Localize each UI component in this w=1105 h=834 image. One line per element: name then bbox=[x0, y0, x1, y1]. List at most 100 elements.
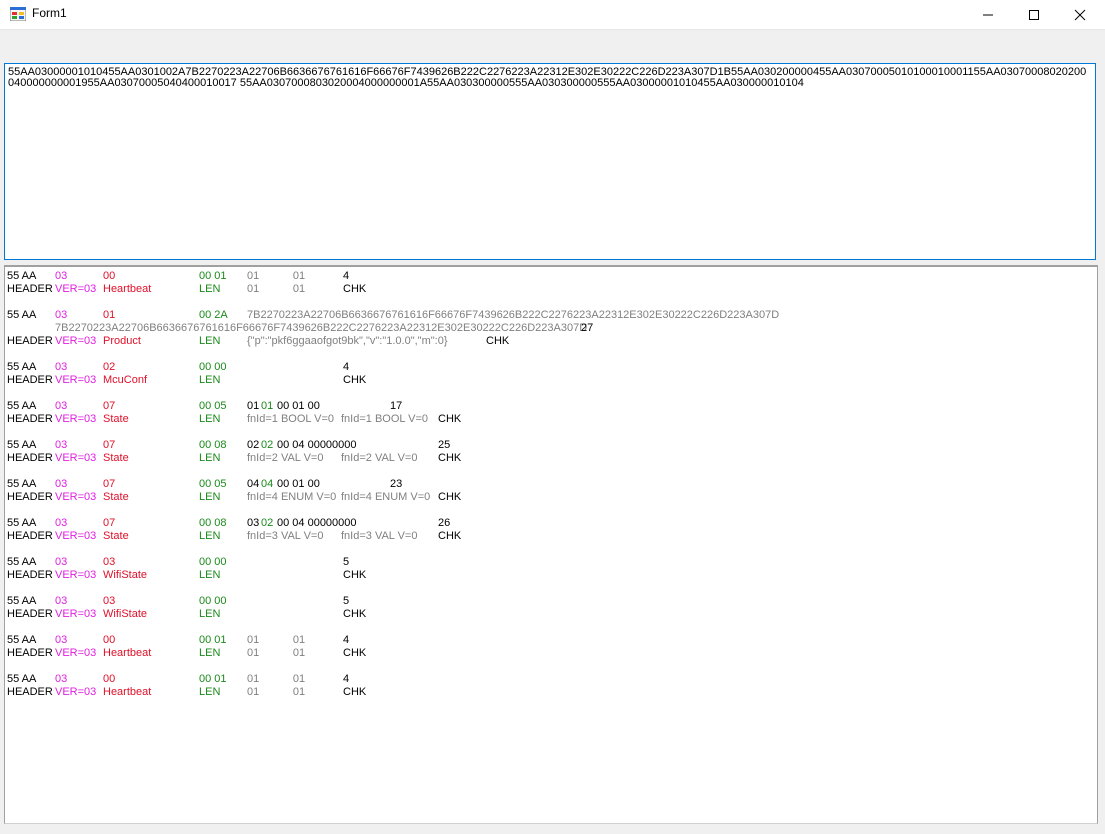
length-label: LEN bbox=[199, 413, 221, 425]
command-name: Heartbeat bbox=[103, 647, 152, 659]
version-byte: 03 bbox=[55, 400, 68, 412]
length-bytes: 00 01 bbox=[199, 270, 227, 282]
maximize-button[interactable] bbox=[1011, 0, 1057, 29]
checksum-label: CHK bbox=[343, 647, 367, 659]
command-byte: 03 bbox=[103, 595, 116, 607]
dp-type: 01 bbox=[261, 400, 274, 412]
header-bytes: 55 AA bbox=[7, 361, 37, 373]
header-label: HEADER bbox=[7, 283, 53, 295]
header-bytes: 55 AA bbox=[7, 400, 37, 412]
version-byte: 03 bbox=[55, 361, 68, 373]
dp-description: fnId=2 VAL V=0 bbox=[247, 452, 324, 464]
command-byte: 02 bbox=[103, 361, 116, 373]
version-label: VER=03 bbox=[55, 530, 97, 542]
version-label: VER=03 bbox=[55, 452, 97, 464]
dp-id: 03 bbox=[247, 517, 260, 529]
command-byte: 07 bbox=[103, 439, 116, 451]
length-bytes: 00 05 bbox=[199, 400, 227, 412]
dp-id: 01 bbox=[247, 400, 260, 412]
header-label: HEADER bbox=[7, 608, 53, 620]
header-label: HEADER bbox=[7, 413, 53, 425]
dp-description-alt: fnId=2 VAL V=0 bbox=[341, 452, 418, 464]
version-label: VER=03 bbox=[55, 686, 97, 698]
checksum-label: CHK bbox=[343, 608, 367, 620]
length-label: LEN bbox=[199, 647, 221, 659]
length-label: LEN bbox=[199, 491, 221, 503]
length-label: LEN bbox=[199, 530, 221, 542]
version-label: VER=03 bbox=[55, 608, 97, 620]
command-byte: 03 bbox=[103, 556, 116, 568]
length-label: LEN bbox=[199, 335, 221, 347]
checksum-value: 5 bbox=[343, 595, 350, 607]
command-name: State bbox=[103, 452, 129, 464]
payload-hex: 01 01 bbox=[247, 634, 306, 646]
checksum-label: CHK bbox=[438, 452, 462, 464]
maximize-icon bbox=[1029, 9, 1039, 20]
payload-hex-wrap: 7B2270223A22706B6636676761616F66676F7439… bbox=[55, 322, 588, 334]
length-label: LEN bbox=[199, 569, 221, 581]
command-name: Heartbeat bbox=[103, 283, 152, 295]
checksum-value: 26 bbox=[438, 517, 451, 529]
header-label: HEADER bbox=[7, 491, 53, 503]
dp-description-alt: fnId=4 ENUM V=0 bbox=[341, 491, 431, 503]
command-name: Product bbox=[103, 335, 141, 347]
dp-description: fnId=1 BOOL V=0 bbox=[247, 413, 335, 425]
title-bar: Form1 bbox=[0, 0, 1105, 30]
command-name: WifiState bbox=[103, 608, 148, 620]
command-name: McuConf bbox=[103, 374, 148, 386]
version-label: VER=03 bbox=[55, 647, 97, 659]
command-byte: 07 bbox=[103, 478, 116, 490]
length-bytes: 00 00 bbox=[199, 556, 227, 568]
parsed-output-richtext[interactable]: 55 AA 03 00 00 01 01 01 4 HEADER VER=03 Heartbea… bbox=[4, 267, 1098, 824]
checksum-label: CHK bbox=[343, 283, 367, 295]
app-icon bbox=[9, 6, 27, 22]
command-name: State bbox=[103, 491, 129, 503]
command-name: Heartbeat bbox=[103, 686, 152, 698]
status-strip bbox=[0, 825, 1105, 834]
close-button[interactable] bbox=[1057, 0, 1103, 29]
version-byte: 03 bbox=[55, 634, 68, 646]
command-name: WifiState bbox=[103, 569, 148, 581]
dp-description: fnId=4 ENUM V=0 bbox=[247, 491, 337, 503]
checksum-label: CHK bbox=[343, 686, 367, 698]
command-byte: 07 bbox=[103, 400, 116, 412]
checksum-value: 23 bbox=[390, 478, 403, 490]
header-bytes: 55 AA bbox=[7, 309, 37, 321]
header-label: HEADER bbox=[7, 686, 53, 698]
length-label: LEN bbox=[199, 608, 221, 620]
dp-description-alt: fnId=1 BOOL V=0 bbox=[341, 413, 429, 425]
hex-input-textbox[interactable]: 55AA03000001010455AA0301002A7B2270223A22… bbox=[4, 63, 1096, 260]
minimize-icon bbox=[983, 14, 993, 15]
header-bytes: 55 AA bbox=[7, 478, 37, 490]
checksum-label: CHK bbox=[343, 569, 367, 581]
version-byte: 03 bbox=[55, 270, 68, 282]
length-bytes: 00 00 bbox=[199, 361, 227, 373]
version-byte: 03 bbox=[55, 478, 68, 490]
version-label: VER=03 bbox=[55, 413, 97, 425]
header-label: HEADER bbox=[7, 647, 53, 659]
payload-hex: 01 01 bbox=[247, 270, 306, 282]
version-label: VER=03 bbox=[55, 374, 97, 386]
version-byte: 03 bbox=[55, 595, 68, 607]
dp-value-bytes: 00 01 00 bbox=[277, 478, 320, 490]
payload-decoded: 01 01 bbox=[247, 686, 306, 698]
checksum-label: CHK bbox=[343, 374, 367, 386]
payload-decoded: {"p":"pkf6ggaaofgot9bk","v":"1.0.0","m":… bbox=[247, 335, 448, 347]
length-bytes: 00 08 bbox=[199, 517, 227, 529]
version-label: VER=03 bbox=[55, 335, 97, 347]
checksum-value: 4 bbox=[343, 270, 350, 282]
checksum-label: CHK bbox=[438, 413, 462, 425]
length-label: LEN bbox=[199, 374, 221, 386]
checksum-value: 4 bbox=[343, 673, 350, 685]
command-byte: 07 bbox=[103, 517, 116, 529]
minimize-button[interactable] bbox=[965, 0, 1011, 29]
payload-decoded: 01 01 bbox=[247, 283, 306, 295]
version-byte: 03 bbox=[55, 556, 68, 568]
header-bytes: 55 AA bbox=[7, 270, 37, 282]
hex-input-text: 55AA03000001010455AA0301002A7B2270223A22… bbox=[8, 66, 1087, 89]
dp-value-bytes: 00 04 00000000 bbox=[277, 517, 357, 529]
version-byte: 03 bbox=[55, 517, 68, 529]
dp-value-bytes: 00 01 00 bbox=[277, 400, 320, 412]
command-byte: 00 bbox=[103, 270, 116, 282]
payload-decoded: 01 01 bbox=[247, 647, 306, 659]
